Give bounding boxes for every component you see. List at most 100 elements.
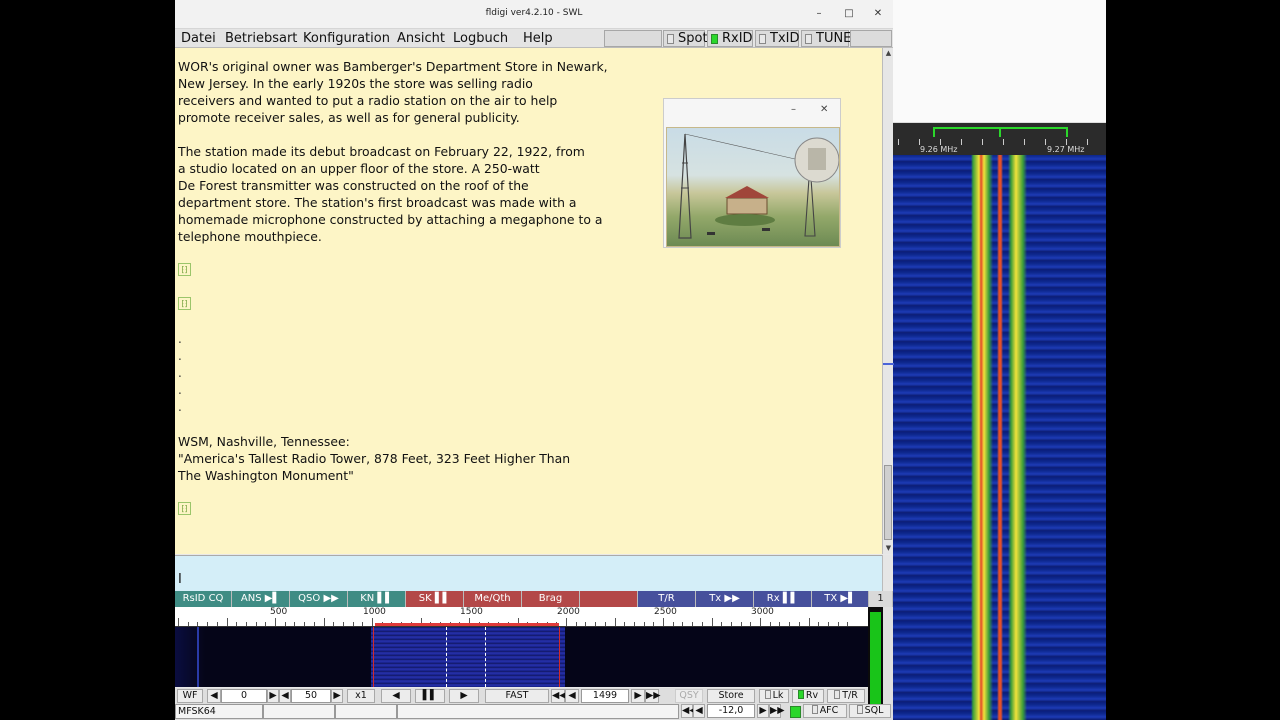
rx-line: WSM, Nashville, Tennessee: xyxy=(178,434,350,449)
title-bar[interactable]: fldigi ver4.2.10 - SWL – □ ✕ xyxy=(175,0,893,29)
freq-right-icon[interactable]: ▶ xyxy=(631,689,645,703)
level-slider[interactable] xyxy=(883,607,893,705)
mode-indicator[interactable]: MFSK64 xyxy=(175,704,263,719)
range-field[interactable]: 50 xyxy=(291,689,331,703)
ref-right-icon[interactable]: ▶ xyxy=(267,689,279,703)
freq-left-icon[interactable]: ◀ xyxy=(565,689,579,703)
scale-tick xyxy=(798,622,800,626)
macro-tx-button[interactable]: Tx ▶▶ xyxy=(696,591,754,607)
range-left-icon[interactable]: ◀ xyxy=(279,689,291,703)
image-popup-window[interactable]: – ✕ xyxy=(663,98,841,248)
passband-marker[interactable] xyxy=(933,127,1068,137)
menu-ansicht[interactable]: Ansicht xyxy=(397,31,445,46)
scale-tick xyxy=(653,622,655,626)
scale-tick xyxy=(207,622,209,626)
scale-tick xyxy=(216,622,218,626)
tune-toggle[interactable]: TUNE xyxy=(801,30,851,47)
freq-fast-left-icon[interactable]: ◀◀ xyxy=(551,689,567,703)
close-icon[interactable]: ✕ xyxy=(820,104,828,115)
sql-fast-left-icon[interactable]: ◀◀ xyxy=(681,704,697,718)
rx-dot: . xyxy=(178,400,182,414)
cursor-line xyxy=(485,627,486,687)
frequency-scale[interactable]: 500 1000 1500 2000 2500 3000 xyxy=(175,607,868,627)
scale-tick xyxy=(304,622,306,626)
squelch-level-field[interactable]: -12,0 xyxy=(707,704,755,718)
rx-line: department store. The station's first br… xyxy=(178,195,577,210)
transmit-text-pane[interactable]: I xyxy=(175,555,883,591)
scale-tick xyxy=(760,618,761,626)
macro-tr-button[interactable]: T/R xyxy=(638,591,696,607)
scale-label: 1000 xyxy=(363,607,386,617)
scale-tick xyxy=(711,618,713,626)
macro-set-number[interactable]: 1 xyxy=(869,591,893,607)
scale-tick xyxy=(740,622,742,626)
macro-ans-button[interactable]: ANS ▶▌ xyxy=(232,591,290,607)
afc-toggle[interactable]: AFC xyxy=(803,704,847,718)
transmit-scrollbar[interactable] xyxy=(882,555,893,591)
macro-meqth-button[interactable]: Me/Qth xyxy=(464,591,522,607)
lock-toggle[interactable]: Lk xyxy=(759,689,789,703)
scrollbar-thumb[interactable] xyxy=(884,465,892,540)
receive-scrollbar[interactable]: ▲ ▼ xyxy=(882,48,894,554)
qsy-button[interactable]: QSY xyxy=(675,689,703,703)
scale-tick xyxy=(323,618,325,626)
spot-toggle[interactable]: Spot xyxy=(663,30,708,47)
text-cursor: I xyxy=(178,572,182,587)
pause-icon[interactable]: ▌▌ xyxy=(415,689,445,703)
wf-mode-button[interactable]: WF xyxy=(177,689,203,703)
cursor-line xyxy=(446,627,447,687)
macro-tx-pause-button[interactable]: TX ▶▌ xyxy=(812,591,869,607)
zoom-button[interactable]: x1 xyxy=(347,689,375,703)
freq-fast-right-icon[interactable]: ▶▶ xyxy=(645,689,661,703)
menu-spacer-box xyxy=(604,30,662,47)
sql-fast-right-icon[interactable]: ▶▶ xyxy=(769,704,785,718)
carrier-frequency-field[interactable]: 1499 xyxy=(581,689,629,703)
scale-tick xyxy=(837,622,839,626)
range-right-icon[interactable]: ▶ xyxy=(331,689,343,703)
scale-tick xyxy=(197,622,199,626)
minimize-icon[interactable]: – xyxy=(811,6,827,22)
macro-sk-button[interactable]: SK ▌▌ xyxy=(406,591,464,607)
scroll-right-icon[interactable]: ▶ xyxy=(449,689,479,703)
macro-rsid-cq-button[interactable]: RsID CQ xyxy=(175,591,232,607)
macro-brag-button[interactable]: Brag xyxy=(522,591,580,607)
menu-betriebsart[interactable]: Betriebsart xyxy=(225,31,297,46)
waterfall-display[interactable] xyxy=(175,627,868,687)
macro-empty-button[interactable] xyxy=(580,591,638,607)
menu-konfiguration[interactable]: Konfiguration xyxy=(303,31,390,46)
rxid-toggle[interactable]: RxID xyxy=(707,30,753,47)
macro-bar: RsID CQ ANS ▶▌ QSO ▶▶ KN ▌▌ SK ▌▌ Me/Qth… xyxy=(175,591,893,607)
unprintable-char-icon: ⁅⁆ xyxy=(178,263,191,276)
reverse-toggle[interactable]: Rv xyxy=(792,689,824,703)
store-button[interactable]: Store xyxy=(707,689,755,703)
unprintable-char-icon: ⁅⁆ xyxy=(178,502,191,515)
speed-button[interactable]: FAST xyxy=(485,689,549,703)
scale-tick xyxy=(226,618,228,626)
sql-left-icon[interactable]: ◀ xyxy=(693,704,705,718)
ref-level-field[interactable]: 0 xyxy=(221,689,267,703)
macro-qso-button[interactable]: QSO ▶▶ xyxy=(290,591,348,607)
macro-rx-button[interactable]: Rx ▌▌ xyxy=(754,591,812,607)
scale-tick xyxy=(614,618,616,626)
scale-tick xyxy=(721,622,723,626)
scroll-left-icon[interactable]: ◀ xyxy=(381,689,411,703)
scale-tick xyxy=(818,622,820,626)
menu-help[interactable]: Help xyxy=(523,31,553,46)
maximize-icon[interactable]: □ xyxy=(841,6,857,22)
rx-line: telephone mouthpiece. xyxy=(178,229,322,244)
radio-tower-illustration xyxy=(678,133,840,239)
receive-text-pane[interactable]: WOR's original owner was Bamberger's Dep… xyxy=(175,48,883,554)
close-icon[interactable]: ✕ xyxy=(870,6,886,22)
scale-label: 2500 xyxy=(654,607,677,617)
menu-datei[interactable]: Datei xyxy=(181,31,216,46)
txid-toggle[interactable]: TxID xyxy=(755,30,799,47)
ref-left-icon[interactable]: ◀ xyxy=(207,689,221,703)
minimize-icon[interactable]: – xyxy=(791,104,796,115)
sql-right-icon[interactable]: ▶ xyxy=(757,704,769,718)
fldigi-window: fldigi ver4.2.10 - SWL – □ ✕ Datei Betri… xyxy=(175,0,894,720)
secondary-waterfall[interactable] xyxy=(893,155,1106,720)
macro-kn-button[interactable]: KN ▌▌ xyxy=(348,591,406,607)
menu-logbuch[interactable]: Logbuch xyxy=(453,31,508,46)
tr-toggle[interactable]: T/R xyxy=(827,689,865,703)
sql-toggle[interactable]: SQL xyxy=(849,704,891,718)
